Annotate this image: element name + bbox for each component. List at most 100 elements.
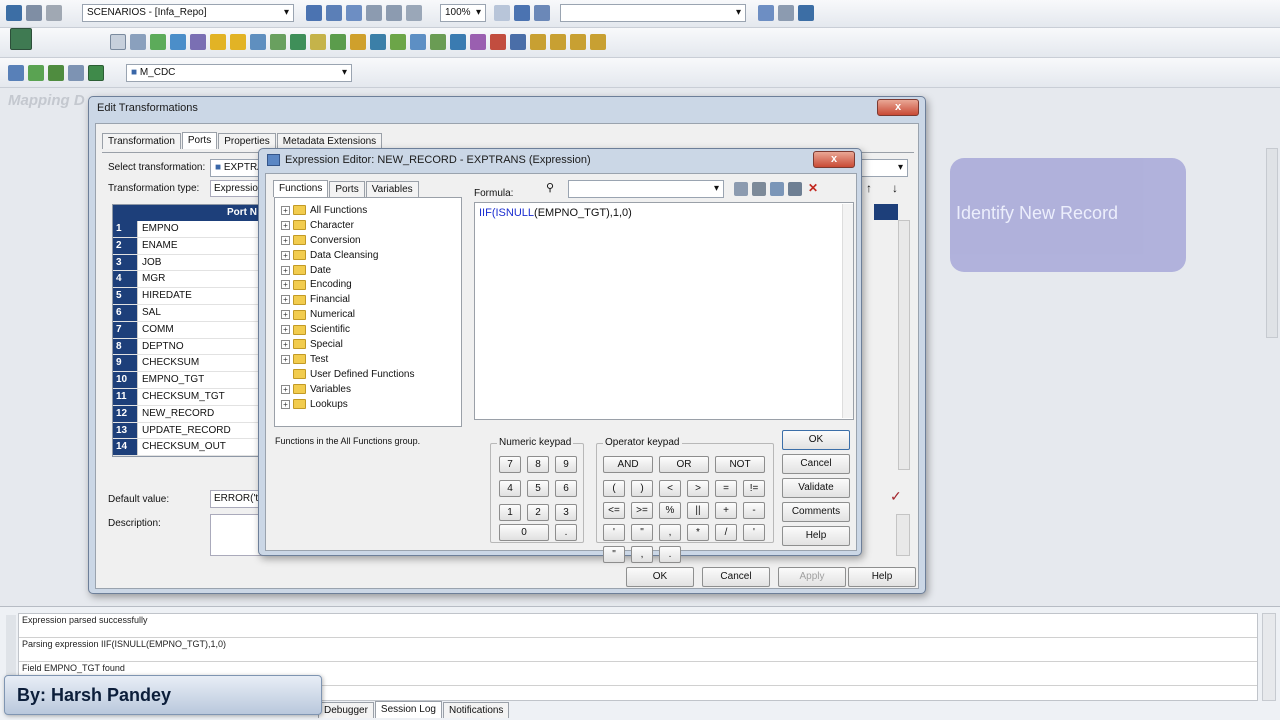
operator-key[interactable]: ' bbox=[603, 524, 625, 541]
operator-key[interactable]: || bbox=[687, 502, 709, 519]
port-name-cell[interactable]: EMPNO_TGT bbox=[137, 372, 261, 388]
window-tools[interactable] bbox=[756, 5, 816, 21]
zoom-tools[interactable] bbox=[492, 5, 552, 21]
numeric-key[interactable]: 4 bbox=[499, 480, 521, 497]
zoom-dropdown[interactable]: 100% ▾ bbox=[440, 4, 486, 22]
expand-icon[interactable]: + bbox=[281, 250, 290, 260]
function-tree[interactable]: + All Functions + Character + Conversion + Data… bbox=[274, 197, 462, 427]
expand-icon[interactable]: + bbox=[281, 205, 290, 215]
expand-icon[interactable]: + bbox=[281, 384, 290, 394]
formula-textarea[interactable]: IIF(ISNULL(EMPNO_TGT),1,0) bbox=[474, 202, 854, 420]
expand-icon[interactable]: + bbox=[281, 220, 290, 230]
table-row[interactable]: 13 UPDATE_RECORD bbox=[113, 422, 261, 440]
operator-key[interactable]: < bbox=[659, 480, 681, 497]
port-name-cell[interactable]: NEW_RECORD bbox=[137, 405, 261, 422]
tree-item[interactable]: + Special bbox=[281, 337, 461, 352]
table-row[interactable]: 14 CHECKSUM_OUT bbox=[113, 439, 261, 457]
grid-scrollbar[interactable] bbox=[898, 220, 910, 470]
binoculars-icon[interactable]: ⚲ bbox=[546, 181, 554, 194]
expand-icon[interactable]: + bbox=[281, 354, 290, 364]
numeric-key[interactable]: 2 bbox=[527, 504, 549, 521]
transformation-tools[interactable] bbox=[108, 34, 608, 50]
table-row[interactable]: 3 JOB bbox=[113, 254, 261, 272]
tree-item[interactable]: + Lookups bbox=[281, 397, 461, 412]
tab-ports[interactable]: Ports bbox=[181, 132, 218, 149]
tree-item[interactable]: + Numerical bbox=[281, 307, 461, 322]
mapping-dropdown[interactable]: ■ M_CDC ▾ bbox=[126, 64, 352, 82]
delete-icon[interactable]: ✕ bbox=[808, 181, 818, 195]
undo-icon[interactable] bbox=[734, 182, 748, 197]
tree-item[interactable]: + Test bbox=[281, 352, 461, 367]
expand-icon[interactable]: + bbox=[281, 265, 290, 275]
port-name-cell[interactable]: DEPTNO bbox=[137, 338, 261, 355]
formula-tools[interactable]: ✕ bbox=[732, 181, 818, 197]
ok-button[interactable]: OK bbox=[782, 430, 850, 450]
checkmark-icon[interactable]: ✓ bbox=[890, 488, 902, 505]
output-scrollbar[interactable] bbox=[1262, 613, 1276, 701]
table-row[interactable]: 9 CHECKSUM bbox=[113, 355, 261, 373]
tree-item[interactable]: + Data Cleansing bbox=[281, 248, 461, 263]
port-name-cell[interactable]: HIREDATE bbox=[137, 288, 261, 304]
operator-key[interactable]: % bbox=[659, 502, 681, 519]
table-row[interactable]: 6 SAL bbox=[113, 304, 261, 322]
comments-button[interactable]: Comments bbox=[782, 502, 850, 522]
tab-metadata-extensions[interactable]: Metadata Extensions bbox=[276, 133, 383, 149]
operator-key[interactable]: / bbox=[715, 524, 737, 541]
repository-navigator-icon[interactable] bbox=[8, 28, 34, 50]
close-button[interactable]: x bbox=[813, 151, 855, 168]
port-name-cell[interactable]: COMM bbox=[137, 321, 261, 338]
operator-key[interactable]: , bbox=[631, 546, 653, 563]
canvas-scrollbar[interactable] bbox=[1266, 148, 1278, 338]
tree-item[interactable]: + Encoding bbox=[281, 277, 461, 292]
numeric-key[interactable]: 7 bbox=[499, 456, 521, 473]
table-row[interactable]: 4 MGR bbox=[113, 271, 261, 289]
tab-debugger[interactable]: Debugger bbox=[318, 702, 374, 718]
port-name-cell[interactable]: SAL bbox=[137, 304, 261, 321]
mapping-tools[interactable] bbox=[6, 65, 106, 81]
table-row[interactable]: 10 EMPNO_TGT bbox=[113, 372, 261, 389]
tab-session-log[interactable]: Session Log bbox=[374, 701, 442, 718]
expression-node[interactable]: Identify New Record bbox=[950, 158, 1186, 272]
tree-item[interactable]: + Scientific bbox=[281, 322, 461, 337]
port-name-cell[interactable]: JOB bbox=[137, 254, 261, 271]
operator-key[interactable]: " bbox=[631, 524, 653, 541]
tree-item[interactable]: + All Functions bbox=[281, 203, 461, 218]
cancel-button[interactable]: Cancel bbox=[782, 454, 850, 474]
tab-properties[interactable]: Properties bbox=[218, 133, 276, 149]
close-button[interactable]: x bbox=[877, 99, 919, 116]
expand-icon[interactable]: + bbox=[281, 280, 290, 290]
logic-key[interactable]: AND bbox=[603, 456, 653, 473]
move-up-icon[interactable]: ↑ bbox=[866, 181, 872, 195]
operator-key[interactable]: - bbox=[743, 502, 765, 519]
numeric-key[interactable]: 0 bbox=[499, 524, 549, 541]
port-name-cell[interactable]: UPDATE_RECORD bbox=[137, 422, 261, 439]
table-row[interactable]: 11 CHECKSUM_TGT bbox=[113, 388, 261, 406]
tree-item[interactable]: + Variables bbox=[281, 382, 461, 397]
numeric-key[interactable]: 1 bbox=[499, 504, 521, 521]
numeric-key[interactable]: . bbox=[555, 524, 577, 541]
operator-key[interactable]: " bbox=[603, 546, 625, 563]
operator-key[interactable]: = bbox=[715, 480, 737, 497]
numeric-key[interactable]: 5 bbox=[527, 480, 549, 497]
port-name-cell[interactable]: MGR bbox=[137, 271, 261, 288]
formula-scrollbar[interactable] bbox=[842, 204, 853, 418]
search-dropdown[interactable]: ▾ bbox=[560, 4, 746, 22]
select-transformation-dropdown-end[interactable]: ▾ bbox=[856, 159, 908, 177]
numeric-key[interactable]: 8 bbox=[527, 456, 549, 473]
table-row[interactable]: 2 ENAME bbox=[113, 237, 261, 255]
cancel-button[interactable]: Cancel bbox=[702, 567, 770, 587]
apply-button[interactable]: Apply bbox=[778, 567, 846, 587]
view-buttons[interactable] bbox=[304, 5, 424, 21]
expand-icon[interactable]: + bbox=[281, 310, 290, 320]
tab-functions[interactable]: Functions bbox=[273, 180, 329, 197]
table-row[interactable]: 7 COMM bbox=[113, 321, 261, 339]
description-scrollbar[interactable] bbox=[896, 514, 910, 556]
numeric-key[interactable]: 3 bbox=[555, 504, 577, 521]
expand-icon[interactable]: + bbox=[281, 339, 290, 349]
numeric-key[interactable]: 9 bbox=[555, 456, 577, 473]
tab-notifications[interactable]: Notifications bbox=[442, 702, 510, 718]
expand-icon[interactable]: + bbox=[281, 235, 290, 245]
operator-key[interactable]: ( bbox=[603, 480, 625, 497]
port-name-cell[interactable]: CHECKSUM_TGT bbox=[137, 388, 261, 405]
port-name-cell[interactable]: EMPNO bbox=[137, 221, 261, 237]
